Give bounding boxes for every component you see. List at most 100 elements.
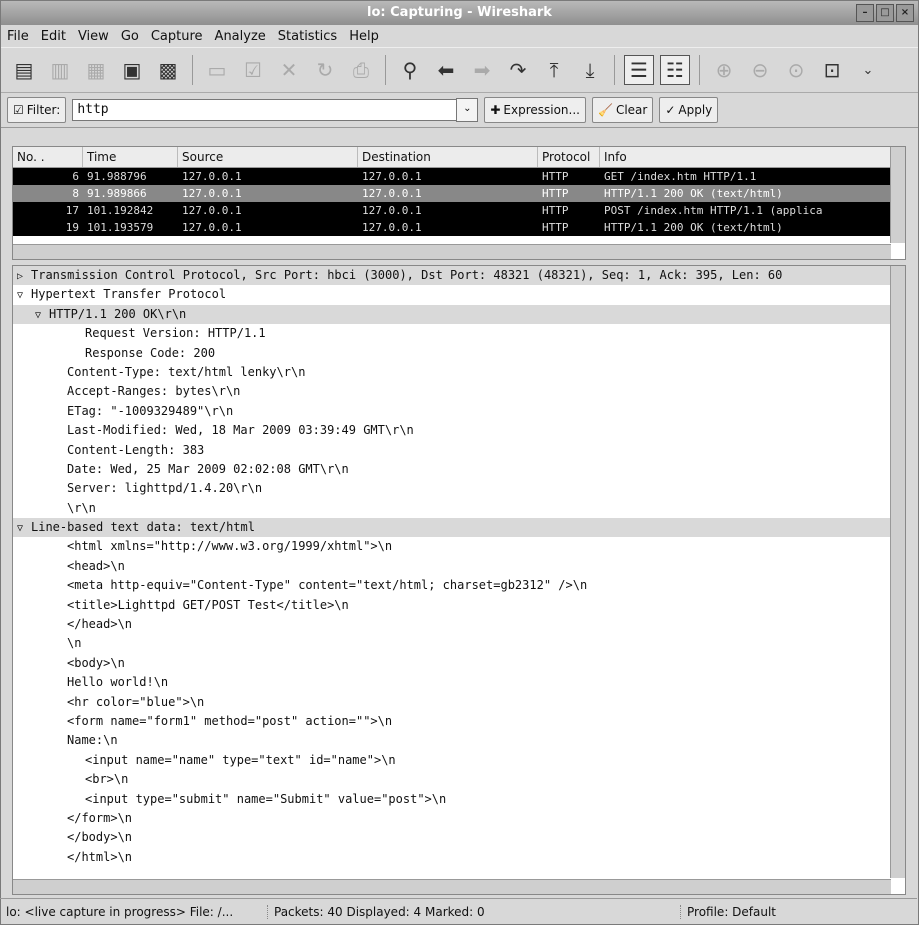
detail-row[interactable]: <input name="name" type="text" id="name"… (13, 751, 905, 770)
menu-capture[interactable]: Capture (151, 29, 203, 44)
detail-row[interactable]: <title>Lighttpd GET/POST Test</title>\n (13, 596, 905, 615)
detail-row[interactable]: Server: lighttpd/1.4.20\r\n (13, 479, 905, 498)
detail-row[interactable]: Last-Modified: Wed, 18 Mar 2009 03:39:49… (13, 421, 905, 440)
zoom-normal-icon[interactable]: ⊙ (781, 55, 811, 85)
menu-edit[interactable]: Edit (41, 29, 66, 44)
zoom-out-icon[interactable]: ⊖ (745, 55, 775, 85)
detail-row[interactable]: Date: Wed, 25 Mar 2009 02:02:08 GMT\r\n (13, 460, 905, 479)
expression-button[interactable]: ✚ Expression... (484, 97, 586, 123)
maximize-icon[interactable]: □ (876, 4, 894, 22)
plus-icon: ✚ (490, 103, 501, 117)
menu-go[interactable]: Go (121, 29, 139, 44)
expand-toggle-icon[interactable]: ▽ (17, 519, 31, 537)
resize-columns-icon[interactable]: ⊡ (817, 55, 847, 85)
detail-text: <title>Lighttpd GET/POST Test</title>\n (67, 597, 349, 612)
go-forward-icon[interactable]: ➡ (467, 55, 497, 85)
column-header-no[interactable]: No. . (13, 147, 83, 167)
detail-text: Request Version: HTTP/1.1 (85, 326, 266, 341)
toolbar-separator (614, 55, 615, 85)
go-to-packet-icon[interactable]: ↷ (503, 55, 533, 85)
menu-analyze[interactable]: Analyze (215, 29, 266, 44)
print-icon[interactable]: ⎙ (346, 55, 376, 85)
packet-list-hscroll[interactable] (13, 244, 891, 259)
column-header-time[interactable]: Time (83, 147, 178, 167)
filter-button[interactable]: ☑ Filter: (7, 97, 67, 123)
detail-row[interactable]: Content-Type: text/html lenky\r\n (13, 363, 905, 382)
detail-row[interactable]: </head>\n (13, 615, 905, 634)
chevron-down-icon[interactable]: ⌄ (456, 98, 479, 122)
go-last-icon[interactable]: ⤓ (575, 55, 605, 85)
packet-row[interactable]: 6 91.988796 127.0.0.1 127.0.0.1 HTTP GET /ind… (13, 168, 905, 185)
detail-row[interactable]: \r\n (13, 499, 905, 518)
toolbar-overflow-icon[interactable]: ⌄ (853, 55, 883, 85)
column-header-info[interactable]: Info (600, 147, 890, 167)
detail-row[interactable]: \n (13, 634, 905, 653)
detail-row[interactable]: ▽ HTTP/1.1 200 OK\r\n (13, 304, 905, 325)
details-vscroll[interactable] (890, 266, 905, 878)
go-first-icon[interactable]: ⤒ (539, 55, 569, 85)
detail-row[interactable]: <br>\n (13, 770, 905, 789)
menu-file[interactable]: File (7, 29, 29, 44)
packet-cell-proto: HTTP (542, 170, 569, 183)
menu-statistics[interactable]: Statistics (278, 29, 337, 44)
detail-row[interactable]: <hr color="blue">\n (13, 693, 905, 712)
apply-button[interactable]: ✓ Apply (659, 97, 719, 123)
detail-row[interactable]: <html xmlns="http://www.w3.org/1999/xhtm… (13, 537, 905, 556)
start-capture-icon[interactable]: ▦ (81, 55, 111, 85)
filter-input[interactable]: http (72, 99, 458, 121)
packet-row[interactable]: 8 91.989866 127.0.0.1 127.0.0.1 HTTP HTTP/1.1… (13, 185, 905, 202)
close-icon[interactable]: × (896, 4, 914, 22)
detail-row[interactable]: ▽ Hypertext Transfer Protocol (13, 285, 891, 304)
capture-options-icon[interactable]: ▥ (45, 55, 75, 85)
packet-list-pane[interactable]: No. . Time Source Destination Protocol I… (12, 146, 906, 260)
minimize-icon[interactable]: – (856, 4, 874, 22)
expand-toggle-icon[interactable]: ▽ (35, 306, 49, 324)
interfaces-icon[interactable]: ▤ (9, 55, 39, 85)
packet-row[interactable]: 19 101.193579 127.0.0.1 127.0.0.1 HTTP HTTP/1… (13, 219, 905, 236)
expand-toggle-icon[interactable]: ▽ (17, 286, 31, 304)
detail-row[interactable]: </body>\n (13, 828, 905, 847)
colorize-icon[interactable]: ☰ (624, 55, 654, 85)
detail-row[interactable]: Accept-Ranges: bytes\r\n (13, 382, 905, 401)
detail-row[interactable]: <form name="form1" method="post" action=… (13, 712, 905, 731)
find-packet-icon[interactable]: ⚲ (395, 55, 425, 85)
detail-text: Name:\n (67, 733, 118, 748)
detail-row[interactable]: Response Code: 200 (13, 344, 905, 363)
save-file-icon[interactable]: ☑ (238, 55, 268, 85)
restart-capture-icon[interactable]: ▩ (153, 55, 183, 85)
detail-row[interactable]: Request Version: HTTP/1.1 (13, 324, 905, 343)
detail-row[interactable]: Content-Length: 383 (13, 441, 905, 460)
zoom-in-icon[interactable]: ⊕ (709, 55, 739, 85)
open-file-icon[interactable]: ▭ (202, 55, 232, 85)
detail-row[interactable]: <input type="submit" name="Submit" value… (13, 790, 905, 809)
detail-row[interactable]: </form>\n (13, 809, 905, 828)
column-header-destination[interactable]: Destination (358, 147, 538, 167)
detail-row[interactable]: </html>\n (13, 848, 905, 867)
packet-details-pane[interactable]: ▷ Transmission Control Protocol, Src Port… (12, 265, 906, 895)
expand-toggle-icon[interactable]: ▷ (17, 267, 31, 285)
detail-row[interactable]: ▽ Line-based text data: text/html (13, 518, 891, 538)
detail-row[interactable]: Name:\n (13, 731, 905, 750)
column-header-protocol[interactable]: Protocol (538, 147, 600, 167)
detail-row[interactable]: ETag: "-1009329489"\r\n (13, 402, 905, 421)
detail-row[interactable]: <head>\n (13, 557, 905, 576)
close-file-icon[interactable]: ✕ (274, 55, 304, 85)
detail-row[interactable]: <body>\n (13, 654, 905, 673)
detail-row[interactable]: Hello world!\n (13, 673, 905, 692)
packet-row[interactable]: 17 101.192842 127.0.0.1 127.0.0.1 HTTP POST /… (13, 202, 905, 219)
menu-view[interactable]: View (78, 29, 109, 44)
packet-list-vscroll[interactable] (890, 147, 905, 243)
detail-text: Line-based text data: text/html (31, 520, 255, 535)
detail-row[interactable]: <meta http-equiv="Content-Type" content=… (13, 576, 905, 595)
auto-scroll-icon[interactable]: ☷ (660, 55, 690, 85)
menu-help[interactable]: Help (349, 29, 379, 44)
detail-row[interactable]: ▷ Transmission Control Protocol, Src Port… (13, 266, 891, 286)
details-hscroll[interactable] (13, 879, 891, 894)
menu-bar: File Edit View Go Capture Analyze Statis… (1, 25, 918, 47)
column-header-source[interactable]: Source (178, 147, 358, 167)
stop-capture-icon[interactable]: ▣ (117, 55, 147, 85)
go-back-icon[interactable]: ⬅ (431, 55, 461, 85)
clear-button[interactable]: 🧹 Clear (591, 97, 654, 123)
profile-status[interactable]: Profile: Default (681, 905, 782, 919)
reload-icon[interactable]: ↻ (310, 55, 340, 85)
